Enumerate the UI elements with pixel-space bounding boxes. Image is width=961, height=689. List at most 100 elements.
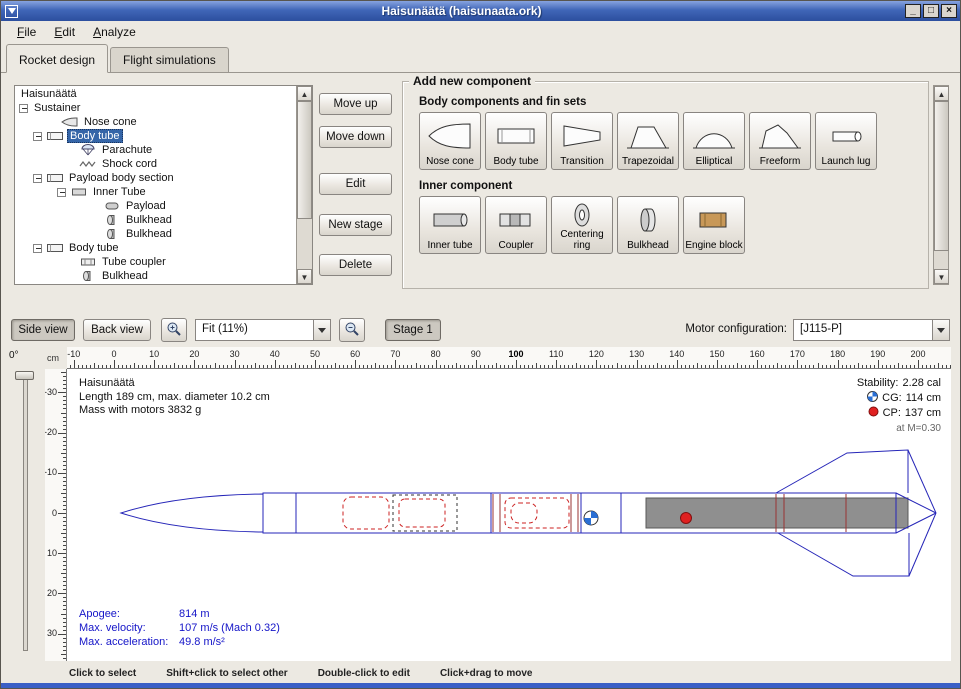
tree-item-body-tube[interactable]: Body tube — [15, 129, 296, 143]
parachute-shape[interactable] — [343, 497, 389, 529]
body-tube-icon — [493, 115, 539, 157]
ruler-tick — [721, 365, 722, 368]
ruler-tick — [572, 365, 573, 368]
zoom-out-button[interactable] — [339, 318, 365, 342]
component-panel-scrollbar[interactable]: ▲ ▼ — [933, 85, 949, 285]
add-coupler-button[interactable]: Coupler — [485, 196, 547, 254]
tree-scrollbar-thumb[interactable] — [297, 101, 312, 219]
ruler-tick — [98, 365, 99, 368]
ruler-tick — [63, 485, 66, 486]
side-view-button[interactable]: Side view — [11, 319, 75, 341]
tab-flight-simulations[interactable]: Flight simulations — [110, 47, 229, 72]
tree-item-payload-body-section[interactable]: Payload body section — [15, 171, 296, 185]
tree-item-label: Haisunäätä — [19, 88, 79, 100]
tree-expander-icon[interactable] — [33, 244, 42, 253]
ruler-tick — [198, 365, 199, 368]
tree-item-tube-coupler[interactable]: Tube coupler — [15, 255, 296, 269]
menu-file[interactable]: File — [9, 23, 44, 41]
top-fin-shape[interactable] — [776, 450, 908, 493]
tree-item-nose-cone[interactable]: Nose cone — [15, 115, 296, 129]
add-bulkhead-button[interactable]: Bulkhead — [617, 196, 679, 254]
window-controls: _ □ × — [905, 4, 957, 18]
scroll-down-icon[interactable]: ▼ — [297, 269, 312, 284]
tree-item-shock-cord[interactable]: Shock cord — [15, 157, 296, 171]
bottom-fin-shape[interactable] — [778, 533, 909, 576]
component-group-label: Inner component — [419, 180, 928, 192]
tree-item-parachute[interactable]: Parachute — [15, 143, 296, 157]
add-transition-button[interactable]: Transition — [551, 112, 613, 170]
ruler-tick — [61, 413, 67, 414]
ruler-tick — [424, 365, 425, 368]
add-nose-cone-button[interactable]: Nose cone — [419, 112, 481, 170]
scroll-down-icon[interactable]: ▼ — [934, 269, 949, 284]
ruler-tick — [858, 363, 859, 369]
ruler-tick — [890, 365, 891, 368]
ruler-tick — [436, 360, 437, 368]
shock-cord-shape[interactable] — [399, 499, 445, 527]
tree-scrollbar[interactable]: ▲ ▼ — [296, 86, 312, 284]
ruler-tick — [568, 365, 569, 368]
apogee-value: 814 m — [179, 607, 210, 621]
edit-button[interactable]: Edit — [319, 173, 392, 195]
minimize-button[interactable]: _ — [905, 4, 921, 18]
ruler-tick — [842, 365, 843, 368]
new-stage-button[interactable]: New stage — [319, 214, 392, 236]
tree-item-haisun-t[interactable]: Haisunäätä — [15, 87, 296, 101]
tree-expander-icon[interactable] — [19, 104, 28, 113]
tree-item-bulkhead[interactable]: Bulkhead — [15, 269, 296, 283]
app-icon[interactable] — [5, 5, 18, 18]
tree-item-inner-tube[interactable]: Inner Tube — [15, 185, 296, 199]
add-centering-ring-button[interactable]: Centering ring — [551, 196, 613, 254]
ruler-tick — [63, 529, 66, 530]
maximize-button[interactable]: □ — [923, 4, 939, 18]
component-scrollbar-thumb[interactable] — [934, 101, 949, 251]
ruler-tick — [456, 363, 457, 369]
payload-section-shape[interactable] — [491, 493, 581, 533]
delete-button[interactable]: Delete — [319, 254, 392, 276]
add-freeform-button[interactable]: Freeform — [749, 112, 811, 170]
ruler-tick — [697, 363, 698, 369]
add-trapezoidal-button[interactable]: Trapezoidal — [617, 112, 679, 170]
stage-1-toggle[interactable]: Stage 1 — [385, 319, 441, 341]
add-engine-block-button[interactable]: Engine block — [683, 196, 745, 254]
tree-expander-icon[interactable] — [33, 132, 42, 141]
component-button-label: Freeform — [760, 157, 801, 168]
ruler-tick — [560, 365, 561, 368]
close-button[interactable]: × — [941, 4, 957, 18]
zoom-select[interactable]: Fit (11%) — [195, 319, 331, 341]
scroll-up-icon[interactable]: ▲ — [934, 86, 949, 101]
tree-expander-icon[interactable] — [57, 188, 66, 197]
motor-config-select[interactable]: [J115-P] — [793, 319, 950, 341]
nose-cone-shape[interactable] — [121, 494, 263, 532]
scroll-up-icon[interactable]: ▲ — [297, 86, 312, 101]
rocket-canvas[interactable]: Haisunäätä Length 189 cm, max. diameter … — [67, 369, 951, 661]
zoom-in-button[interactable] — [161, 318, 187, 342]
add-launch-lug-button[interactable]: Launch lug — [815, 112, 877, 170]
component-tree-panel: HaisunäätäSustainerNose coneBody tubePar… — [14, 85, 313, 285]
back-view-button[interactable]: Back view — [83, 319, 151, 341]
ruler-tick — [416, 363, 417, 369]
tab-rocket-design[interactable]: Rocket design — [6, 44, 108, 73]
ruler-tick — [745, 365, 746, 368]
rotation-slider-handle[interactable] — [15, 371, 34, 380]
tree-item-bulkhead[interactable]: Bulkhead — [15, 213, 296, 227]
ruler-tick — [58, 593, 66, 594]
tree-expander-icon[interactable] — [33, 174, 42, 183]
tree-item-body-tube[interactable]: Body tube — [15, 241, 296, 255]
tree-item-bulkhead[interactable]: Bulkhead — [15, 227, 296, 241]
tree-item-payload[interactable]: Payload — [15, 199, 296, 213]
menu-analyze[interactable]: Analyze — [85, 23, 144, 41]
ruler-tick — [669, 365, 670, 368]
add-elliptical-button[interactable]: Elliptical — [683, 112, 745, 170]
ruler-tick — [247, 365, 248, 368]
rotation-slider[interactable] — [23, 373, 28, 651]
add-body-tube-button[interactable]: Body tube — [485, 112, 547, 170]
ruler-tick — [596, 360, 597, 368]
cg-marker — [584, 511, 598, 525]
tree-item-sustainer[interactable]: Sustainer — [15, 101, 296, 115]
move-down-button[interactable]: Move down — [319, 126, 392, 148]
menu-edit[interactable]: Edit — [46, 23, 83, 41]
move-up-button[interactable]: Move up — [319, 93, 392, 115]
add-inner-tube-button[interactable]: Inner tube — [419, 196, 481, 254]
payload-shape[interactable] — [511, 503, 537, 523]
